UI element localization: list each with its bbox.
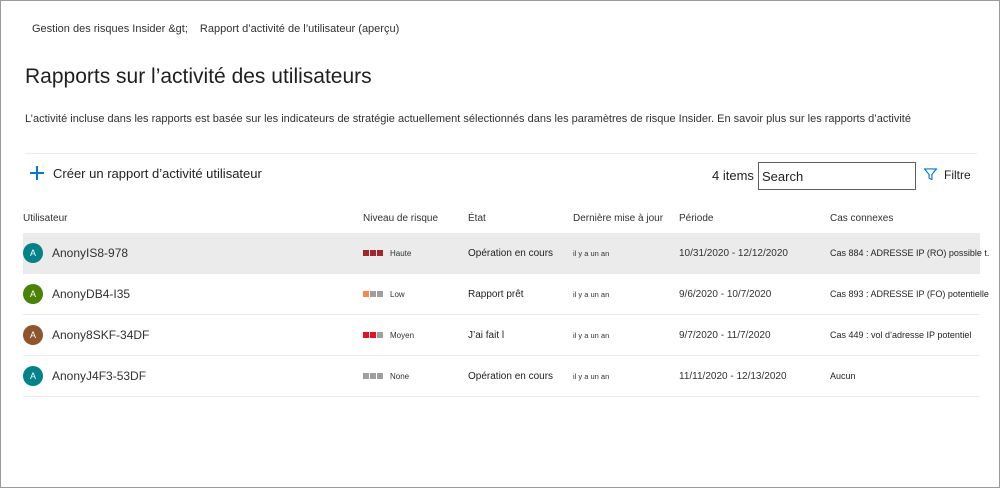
period-cell: 11/11/2020 - 12/13/2020	[679, 370, 787, 382]
risk-level-label: None	[390, 371, 410, 381]
user-cell: A AnonyIS8-978	[23, 233, 353, 273]
state-cell: Opération en cours	[468, 247, 554, 259]
table-row[interactable]: A Anony8SKF-34DF Moyen J’ai fait l il y …	[23, 315, 980, 356]
filter-button[interactable]: Filtre	[923, 167, 971, 182]
risk-cell: Moyen	[363, 315, 463, 355]
user-cell: A AnonyDB4-I35	[23, 274, 353, 314]
related-cases-cell[interactable]: Aucun	[830, 356, 990, 396]
risk-level-indicator	[363, 291, 369, 297]
risk-cell: None	[363, 356, 463, 396]
risk-level-label: Low	[390, 289, 405, 299]
items-count: 4 items	[712, 168, 754, 183]
user-name[interactable]: AnonyIS8-978	[52, 246, 128, 260]
risk-level-indicator	[377, 250, 383, 256]
state-cell: J’ai fait l	[468, 329, 505, 341]
risk-level-indicator	[370, 373, 376, 379]
column-header-risk[interactable]: Niveau de risque	[363, 213, 463, 224]
risk-cell: Low	[363, 274, 463, 314]
user-cell: A Anony8SKF-34DF	[23, 315, 353, 355]
risk-level-indicator	[363, 250, 369, 256]
filter-label: Filtre	[944, 167, 971, 182]
column-header-period[interactable]: Période	[679, 213, 824, 224]
plus-icon	[29, 165, 45, 181]
related-cases-cell[interactable]: Cas 884 : ADRESSE IP (RO) possible t...	[830, 233, 990, 273]
column-header-cases[interactable]: Cas connexes	[830, 213, 990, 224]
search-input[interactable]	[758, 162, 916, 190]
risk-level-indicator	[377, 332, 383, 338]
related-cases-cell[interactable]: Cas 449 : vol d’adresse IP potentiel	[830, 315, 990, 355]
page-title: Rapports sur l’activité des utilisateurs	[25, 65, 372, 88]
risk-level-indicator	[377, 291, 383, 297]
user-name[interactable]: Anony8SKF-34DF	[52, 328, 149, 342]
user-name[interactable]: AnonyDB4-I35	[52, 287, 130, 301]
state-cell: Rapport prêt	[468, 288, 524, 300]
breadcrumb: Gestion des risques Insider &gt; Rapport…	[32, 23, 399, 35]
risk-level-indicator	[363, 332, 369, 338]
window-frame: Gestion des risques Insider &gt; Rapport…	[0, 0, 1000, 488]
risk-level-indicator	[377, 373, 383, 379]
state-cell: Opération en cours	[468, 370, 554, 382]
column-header-user[interactable]: Utilisateur	[23, 213, 353, 224]
period-cell: 9/6/2020 - 10/7/2020	[679, 288, 772, 300]
breadcrumb-parent-link[interactable]: Gestion des risques Insider &gt;	[32, 23, 188, 35]
related-cases-cell[interactable]: Cas 893 : ADRESSE IP (FO) potentielle	[830, 274, 990, 314]
risk-level-label: Haute	[390, 248, 412, 258]
risk-level-indicator	[370, 332, 376, 338]
avatar: A	[23, 284, 43, 304]
period-cell: 10/31/2020 - 12/12/2020	[679, 247, 788, 259]
reports-table: Utilisateur Niveau de risque État Derniè…	[23, 205, 990, 397]
avatar: A	[23, 325, 43, 345]
avatar: A	[23, 366, 43, 386]
table-row[interactable]: A AnonyDB4-I35 Low Rapport prêt il y a u…	[23, 274, 989, 315]
page-description: L’activité incluse dans les rapports est…	[25, 113, 911, 125]
user-name[interactable]: AnonyJ4F3-53DF	[52, 369, 146, 383]
filter-icon	[923, 167, 938, 182]
updated-cell: il y a un an	[573, 248, 610, 258]
risk-level-indicator	[370, 291, 376, 297]
user-cell: A AnonyJ4F3-53DF	[23, 356, 353, 396]
create-report-label: Créer un rapport d’activité utilisateur	[53, 165, 262, 181]
table-row[interactable]: A AnonyJ4F3-53DF None Opération en cours…	[23, 356, 980, 397]
breadcrumb-current: Rapport d’activité de l’utilisateur (ape…	[199, 23, 400, 35]
updated-cell: il y a un an	[573, 371, 610, 381]
divider	[25, 153, 977, 154]
risk-level-indicator	[370, 250, 376, 256]
updated-cell: il y a un an	[573, 289, 610, 299]
avatar: A	[23, 243, 43, 263]
column-header-updated[interactable]: Dernière mise à jour	[573, 213, 673, 224]
table-header: Utilisateur Niveau de risque État Derniè…	[23, 205, 980, 233]
risk-level-label: Moyen	[390, 330, 415, 340]
table-body: A AnonyIS8-978 Haute Opération en cours …	[23, 233, 990, 397]
updated-cell: il y a un an	[573, 330, 610, 340]
risk-level-indicator	[363, 373, 369, 379]
column-header-state[interactable]: État	[468, 213, 568, 224]
table-row[interactable]: A AnonyIS8-978 Haute Opération en cours …	[23, 233, 990, 274]
risk-cell: Haute	[363, 233, 463, 273]
period-cell: 9/7/2020 - 11/7/2020	[679, 329, 771, 341]
create-report-button[interactable]: Créer un rapport d’activité utilisateur	[29, 165, 262, 181]
